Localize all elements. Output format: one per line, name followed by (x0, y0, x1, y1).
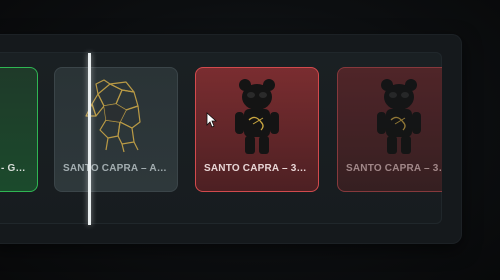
roll-item-card[interactable]: SANTO CAPRA - GOL... (0, 67, 38, 192)
roll-item-label: SANTO CAPRA – 3H... (346, 163, 442, 174)
capra-bear-figure-icon (377, 79, 421, 154)
mouse-cursor-icon (206, 112, 218, 128)
capra-bear-figure-icon (235, 79, 279, 154)
roll-item-label: SANTO CAPRA - GOL... (0, 163, 37, 174)
roll-item-label: SANTO CAPRA – 3H... (204, 163, 313, 174)
roll-item-card[interactable]: SANTO CAPRA – AP... (54, 67, 178, 192)
roll-item-card[interactable]: SANTO CAPRA – 3H... (337, 67, 442, 192)
case-roll-screen: SANTO CAPRA - GOL... (0, 0, 500, 280)
roll-item-card[interactable]: SANTO CAPRA – 3H... (195, 67, 319, 192)
roll-track: SANTO CAPRA - GOL... (0, 52, 442, 224)
roll-item-label: SANTO CAPRA – AP... (63, 163, 172, 174)
roll-selection-marker (88, 53, 91, 225)
